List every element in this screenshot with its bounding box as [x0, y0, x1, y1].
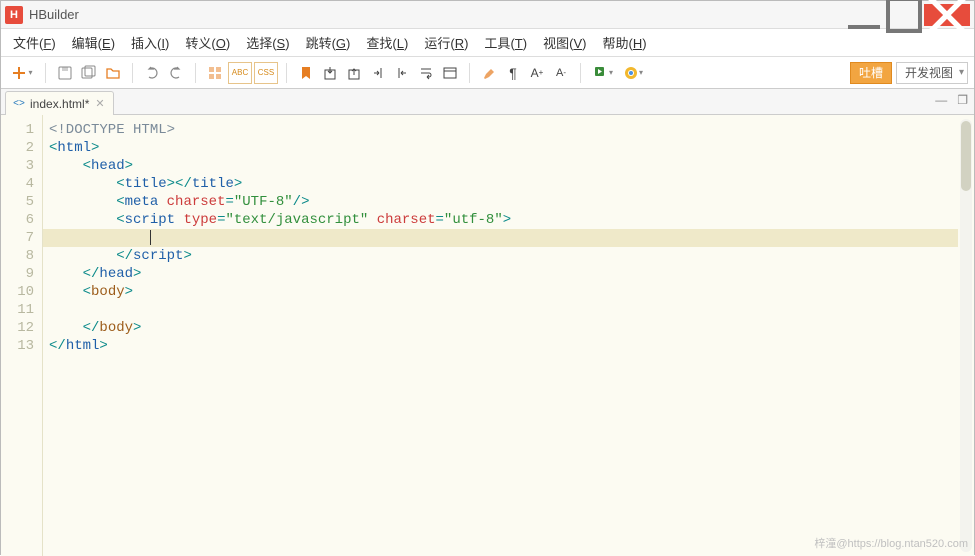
tabstrip: <> index.html* ✕ — ❐ [1, 89, 974, 115]
line-gutter: 12345678910111213 [1, 115, 43, 556]
html-file-icon: <> [12, 97, 26, 111]
save-icon[interactable] [54, 62, 76, 84]
highlight-icon[interactable] [478, 62, 500, 84]
save-all-icon[interactable] [78, 62, 100, 84]
tab-controls: — ❐ [935, 93, 968, 107]
view-mode-dropdown[interactable]: 开发视图 [896, 62, 968, 84]
export-icon[interactable] [319, 62, 341, 84]
menu-insert[interactable]: 插入(I) [125, 31, 175, 54]
text-cursor [150, 230, 151, 245]
undo-icon[interactable] [141, 62, 163, 84]
run-dropdown[interactable]: ▾ [589, 62, 617, 84]
menu-run[interactable]: 运行(R) [418, 31, 474, 54]
font-decrease-icon[interactable]: A- [550, 62, 572, 84]
tag-css-icon[interactable]: CSS [254, 62, 278, 84]
grid-icon[interactable] [204, 62, 226, 84]
close-button[interactable] [924, 4, 970, 26]
menu-help[interactable]: 帮助(H) [596, 31, 652, 54]
menubar: 文件(F) 编辑(E) 插入(I) 转义(O) 选择(S) 跳转(G) 查找(L… [1, 29, 974, 57]
bookmark-icon[interactable] [295, 62, 317, 84]
feedback-button[interactable]: 吐槽 [850, 62, 892, 84]
font-increase-icon[interactable]: A+ [526, 62, 548, 84]
tab-index-html[interactable]: <> index.html* ✕ [5, 91, 114, 115]
editor-restore-icon[interactable]: ❐ [957, 93, 968, 107]
menu-view[interactable]: 视图(V) [537, 31, 592, 54]
panel-icon[interactable] [439, 62, 461, 84]
step-out-icon[interactable] [367, 62, 389, 84]
new-dropdown[interactable]: ▾ [7, 62, 37, 84]
menu-find[interactable]: 查找(L) [360, 31, 414, 54]
tag-abc-icon[interactable]: ABC [228, 62, 252, 84]
tab-close-icon[interactable]: ✕ [95, 97, 104, 110]
code-area[interactable]: <!DOCTYPE HTML> <html> <head> <title></t… [43, 115, 974, 556]
editor-minimize-icon[interactable]: — [935, 93, 947, 107]
app-logo: H [5, 6, 23, 24]
import-icon[interactable] [343, 62, 365, 84]
watermark: 梓潼@https://blog.ntan520.com [814, 535, 968, 551]
code-editor[interactable]: 12345678910111213 <!DOCTYPE HTML> <html>… [1, 115, 974, 556]
window-title: HBuilder [29, 7, 844, 22]
pilcrow-icon[interactable]: ¶ [502, 62, 524, 84]
browser-dropdown[interactable]: ▾ [619, 62, 647, 84]
menu-edit[interactable]: 编辑(E) [66, 31, 121, 54]
menu-tools[interactable]: 工具(T) [478, 31, 533, 54]
minimize-button[interactable] [844, 4, 884, 26]
tab-label: index.html* [30, 97, 89, 111]
folder-icon[interactable] [102, 62, 124, 84]
redo-icon[interactable] [165, 62, 187, 84]
titlebar: H HBuilder [1, 1, 974, 29]
menu-goto[interactable]: 跳转(G) [300, 31, 357, 54]
wrap-icon[interactable] [415, 62, 437, 84]
menu-file[interactable]: 文件(F) [7, 31, 62, 54]
maximize-button[interactable] [884, 4, 924, 26]
menu-select[interactable]: 选择(S) [240, 31, 295, 54]
step-in-icon[interactable] [391, 62, 413, 84]
toolbar: ▾ ABC CSS ¶ A+ A- ▾ ▾ 吐槽 开发视图 [1, 57, 974, 89]
menu-escape[interactable]: 转义(O) [179, 31, 236, 54]
